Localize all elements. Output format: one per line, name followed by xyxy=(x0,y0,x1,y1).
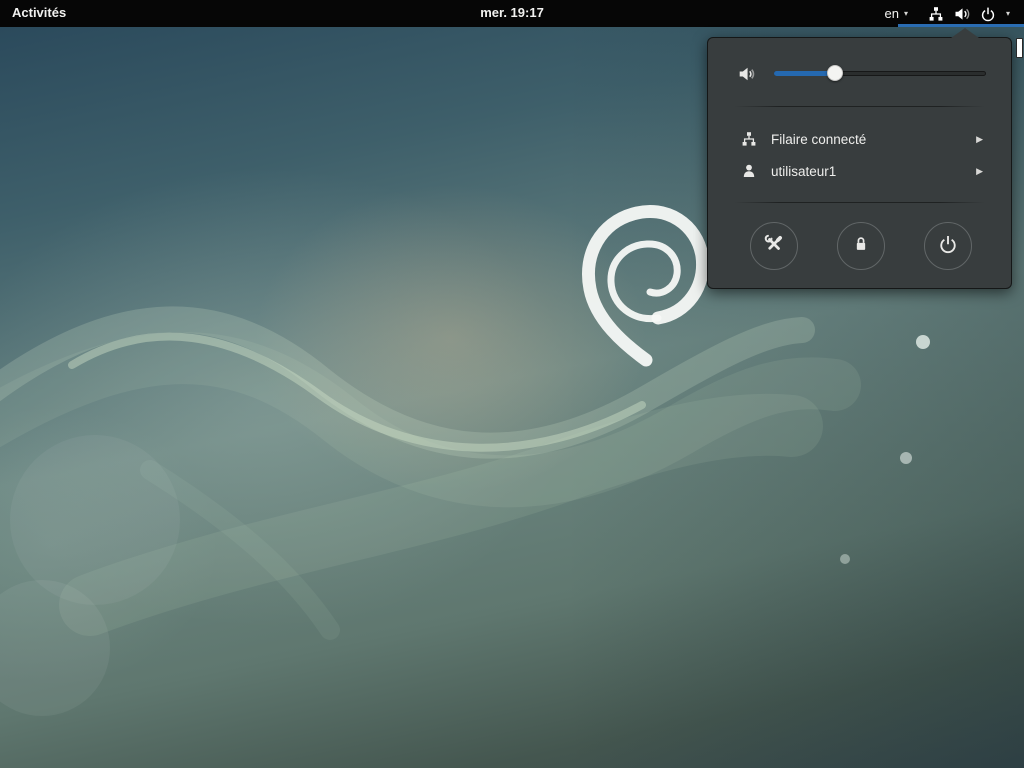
debian-swirl-logo xyxy=(588,211,702,360)
volume-slider-handle[interactable] xyxy=(827,65,843,81)
system-actions-row xyxy=(708,222,1011,270)
volume-slider[interactable] xyxy=(774,71,986,76)
power-button[interactable] xyxy=(924,222,972,270)
topbar-right-cluster: en ▾ xyxy=(881,0,1017,27)
activities-button[interactable]: Activités xyxy=(12,0,66,26)
keyboard-layout-indicator[interactable]: en ▾ xyxy=(881,1,912,27)
wired-network-icon xyxy=(741,131,757,147)
separator xyxy=(734,202,985,203)
submenu-arrow-icon: ▶ xyxy=(976,134,983,145)
volume-row xyxy=(708,60,1011,88)
active-menu-underline xyxy=(898,24,1024,27)
power-icon xyxy=(938,234,958,259)
menu-item-label: utilisateur1 xyxy=(771,164,836,179)
menu-item-user[interactable]: utilisateur1 ▶ xyxy=(718,156,1001,186)
system-menu-popover: Filaire connecté ▶ utilisateur1 ▶ xyxy=(707,37,1012,289)
chevron-down-icon: ▾ xyxy=(1006,10,1010,18)
volume-medium-icon xyxy=(738,65,756,88)
system-menu-button[interactable]: ▾ xyxy=(922,0,1016,27)
chevron-down-icon: ▾ xyxy=(904,10,908,18)
menu-item-network[interactable]: Filaire connecté ▶ xyxy=(718,124,1001,154)
settings-button[interactable] xyxy=(750,222,798,270)
desktop: Activités mer. 19:17 en ▾ xyxy=(0,0,1024,768)
volume-slider-fill xyxy=(774,71,835,76)
top-bar: Activités mer. 19:17 en ▾ xyxy=(0,0,1024,27)
keyboard-layout-label: en xyxy=(885,6,899,21)
user-icon xyxy=(741,163,757,179)
menu-item-label: Filaire connecté xyxy=(771,132,866,147)
popover-arrow xyxy=(951,28,979,38)
clock[interactable]: mer. 19:17 xyxy=(480,0,544,26)
wired-network-icon xyxy=(928,6,944,22)
lock-button[interactable] xyxy=(837,222,885,270)
mouse-cursor xyxy=(1016,38,1023,58)
power-icon xyxy=(980,6,996,22)
settings-icon xyxy=(764,234,784,259)
volume-icon xyxy=(954,6,970,22)
submenu-arrow-icon: ▶ xyxy=(976,166,983,177)
separator xyxy=(734,106,985,107)
lock-icon xyxy=(852,235,870,258)
